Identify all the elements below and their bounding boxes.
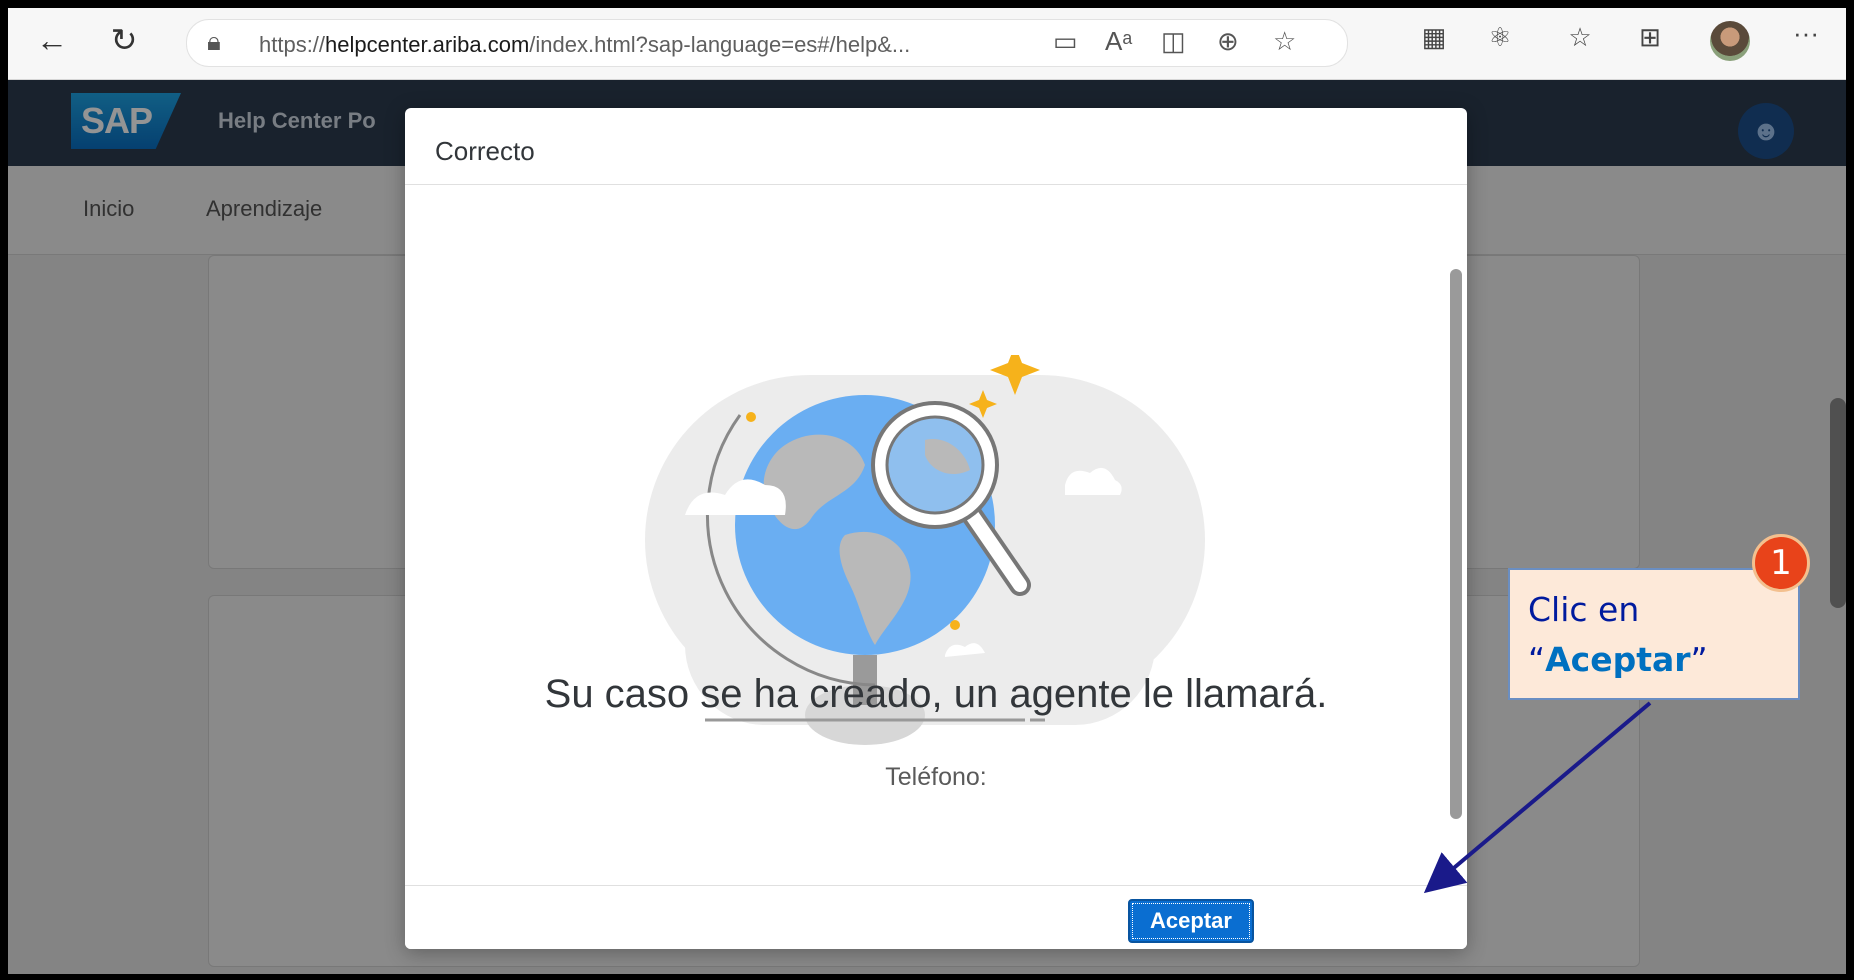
globe-pivot-icon <box>746 412 756 422</box>
accept-button[interactable]: Aceptar <box>1128 899 1254 943</box>
url-text[interactable]: https://helpcenter.ariba.com/index.html?… <box>259 32 910 58</box>
puzzle-icon[interactable]: ⚛ <box>1482 22 1518 53</box>
dialog-header: Correcto <box>405 108 1467 185</box>
callout-text-emphasis: “Aceptar” <box>1528 640 1708 679</box>
more-icon[interactable]: ··· <box>1788 18 1824 49</box>
lock-icon[interactable]: 🔒︎ <box>207 26 221 58</box>
immersive-reader-icon[interactable]: ◫ <box>1161 26 1186 57</box>
collections-icon[interactable]: ⊞ <box>1632 22 1668 53</box>
success-message: Su caso se ha creado, un agente le llama… <box>544 672 1328 716</box>
refresh-icon[interactable]: ↻ <box>102 18 146 62</box>
success-dialog: Correcto <box>405 108 1467 949</box>
globe-magnifier-illustration <box>645 355 1205 745</box>
step-number-badge: 1 <box>1752 534 1810 592</box>
dialog-scrollbar[interactable] <box>1450 269 1462 819</box>
zoom-icon[interactable]: ⊕ <box>1217 26 1239 57</box>
dialog-footer <box>405 885 1467 949</box>
address-bar[interactable]: 🔒︎ https://helpcenter.ariba.com/index.ht… <box>186 19 1348 67</box>
favorites-list-icon[interactable]: ☆ <box>1562 22 1598 53</box>
read-aloud-icon[interactable]: Aᵃ <box>1105 26 1132 57</box>
instruction-callout: Clic en “Aceptar” <box>1508 568 1800 700</box>
callout-text: Clic en <box>1528 590 1640 629</box>
browser-toolbar: ← ↻ 🔒︎ https://helpcenter.ariba.com/inde… <box>8 8 1846 80</box>
share-icon[interactable]: ▭ <box>1053 26 1078 57</box>
back-icon[interactable]: ← <box>30 18 74 62</box>
globe-pivot-icon <box>950 620 960 630</box>
profile-icon[interactable] <box>1710 21 1750 61</box>
phone-label: Teléfono: <box>885 763 987 791</box>
extension-icon[interactable]: ▦ <box>1416 22 1452 53</box>
screen-frame: ← ↻ 🔒︎ https://helpcenter.ariba.com/inde… <box>8 8 1846 974</box>
dialog-title: Correcto <box>435 136 535 166</box>
favorite-icon[interactable]: ☆ <box>1273 26 1296 57</box>
